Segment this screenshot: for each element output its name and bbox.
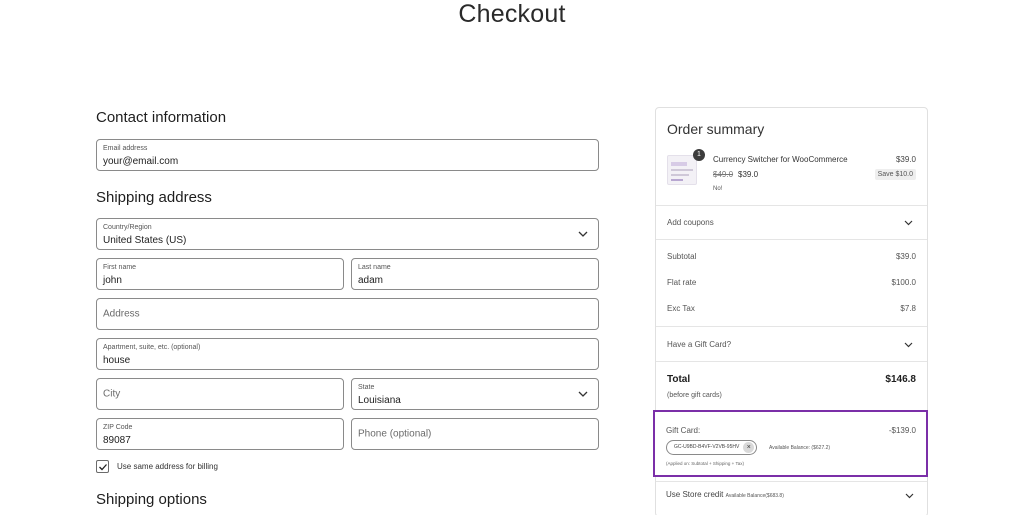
applied-gift-card: Gift Card: -$139.0 GC-U9BD-B4VF-V2VB-95H… bbox=[653, 410, 928, 477]
store-credit-balance: Available Balance($683.8) bbox=[725, 493, 784, 499]
city-field[interactable]: City bbox=[96, 378, 344, 410]
product-old-price: $49.0 bbox=[713, 170, 734, 179]
first-name-field[interactable]: First name john bbox=[96, 258, 344, 290]
total-label: Total bbox=[667, 374, 691, 385]
shipping-heading: Shipping address bbox=[96, 189, 212, 206]
page-title: Checkout bbox=[458, 0, 566, 28]
gift-card-toggle[interactable]: Have a Gift Card? bbox=[656, 327, 927, 361]
chevron-down-icon bbox=[904, 220, 913, 226]
apartment-field[interactable]: Apartment, suite, etc. (optional) house bbox=[96, 338, 599, 370]
add-coupons-label: Add coupons bbox=[667, 218, 714, 227]
chevron-down-icon bbox=[905, 493, 914, 499]
chevron-down-icon bbox=[904, 342, 913, 348]
last-name-label: Last name bbox=[358, 264, 391, 271]
zip-field[interactable]: ZIP Code 89087 bbox=[96, 418, 344, 450]
gift-card-discount: -$139.0 bbox=[888, 426, 916, 435]
total-subtext: (before gift cards) bbox=[667, 392, 722, 399]
gift-card-code: GC-U9BD-B4VF-V2VB-95HV bbox=[674, 444, 740, 450]
country-label: Country/Region bbox=[103, 224, 152, 231]
subtotal-value: $39.0 bbox=[895, 252, 916, 261]
order-summary-title: Order summary bbox=[667, 121, 765, 137]
gift-card-toggle-label: Have a Gift Card? bbox=[667, 340, 732, 349]
store-credit-label: Use Store credit bbox=[666, 490, 724, 499]
gift-card-code-chip: GC-U9BD-B4VF-V2VB-95HV × bbox=[666, 440, 758, 455]
billing-checkbox-label: Use same address for billing bbox=[117, 462, 218, 471]
shipping-options-heading: Shipping options bbox=[96, 491, 207, 508]
country-value: United States (US) bbox=[103, 235, 187, 246]
zip-value: 89087 bbox=[103, 435, 131, 446]
close-icon[interactable]: × bbox=[743, 442, 755, 453]
flat-rate-label: Flat rate bbox=[667, 278, 697, 287]
country-select[interactable]: Country/Region United States (US) bbox=[96, 218, 599, 250]
store-credit-toggle[interactable]: Use Store credit Available Balance($683.… bbox=[655, 478, 928, 512]
email-value: your@email.com bbox=[103, 156, 179, 167]
email-field[interactable]: Email address your@email.com bbox=[96, 139, 599, 171]
state-select[interactable]: State Louisiana bbox=[351, 378, 599, 410]
apartment-value: house bbox=[103, 355, 131, 366]
billing-checkbox[interactable] bbox=[96, 460, 109, 473]
chevron-down-icon bbox=[578, 231, 588, 237]
contact-heading: Contact information bbox=[96, 109, 227, 126]
checkmark-icon bbox=[99, 464, 107, 471]
product-line-price: $39.0 bbox=[895, 155, 916, 164]
store-credit-text: Use Store credit Available Balance($683.… bbox=[666, 490, 784, 499]
phone-placeholder: Phone (optional) bbox=[358, 428, 432, 440]
gift-card-balance: Available Balance: ($627.2) bbox=[769, 445, 831, 451]
first-name-label: First name bbox=[103, 264, 137, 271]
state-label: State bbox=[358, 384, 375, 391]
divider bbox=[656, 239, 927, 240]
tax-value: $7.8 bbox=[900, 304, 916, 313]
flat-rate-value: $100.0 bbox=[891, 278, 916, 287]
last-name-field[interactable]: Last name adam bbox=[351, 258, 599, 290]
city-placeholder: City bbox=[103, 388, 121, 400]
product-new-price: $39.0 bbox=[738, 170, 759, 179]
first-name-value: john bbox=[103, 275, 122, 286]
gift-card-label: Gift Card: bbox=[666, 426, 701, 435]
tax-label: Exc Tax bbox=[667, 304, 695, 313]
chevron-down-icon bbox=[578, 391, 588, 397]
divider bbox=[656, 361, 927, 362]
product-name: Currency Switcher for WooCommerce bbox=[713, 155, 848, 164]
last-name-value: adam bbox=[358, 275, 384, 286]
total-value: $146.8 bbox=[885, 374, 916, 385]
email-label: Email address bbox=[103, 145, 148, 152]
gift-card-applied-on: (Applied on: Subtotal + Shipping + Tax) bbox=[666, 461, 744, 466]
state-value: Louisiana bbox=[358, 395, 401, 406]
apartment-label: Apartment, suite, etc. (optional) bbox=[103, 344, 201, 351]
quantity-badge: 1 bbox=[693, 149, 705, 161]
product-thumbnail bbox=[667, 155, 697, 185]
product-note: No! bbox=[713, 186, 723, 192]
zip-label: ZIP Code bbox=[103, 424, 133, 431]
phone-field[interactable]: Phone (optional) bbox=[351, 418, 599, 450]
address-field[interactable]: Address bbox=[96, 298, 599, 330]
address-placeholder: Address bbox=[103, 308, 140, 320]
save-badge: Save $10.0 bbox=[874, 169, 916, 180]
add-coupons-toggle[interactable]: Add coupons bbox=[656, 206, 927, 239]
subtotal-label: Subtotal bbox=[667, 252, 697, 261]
